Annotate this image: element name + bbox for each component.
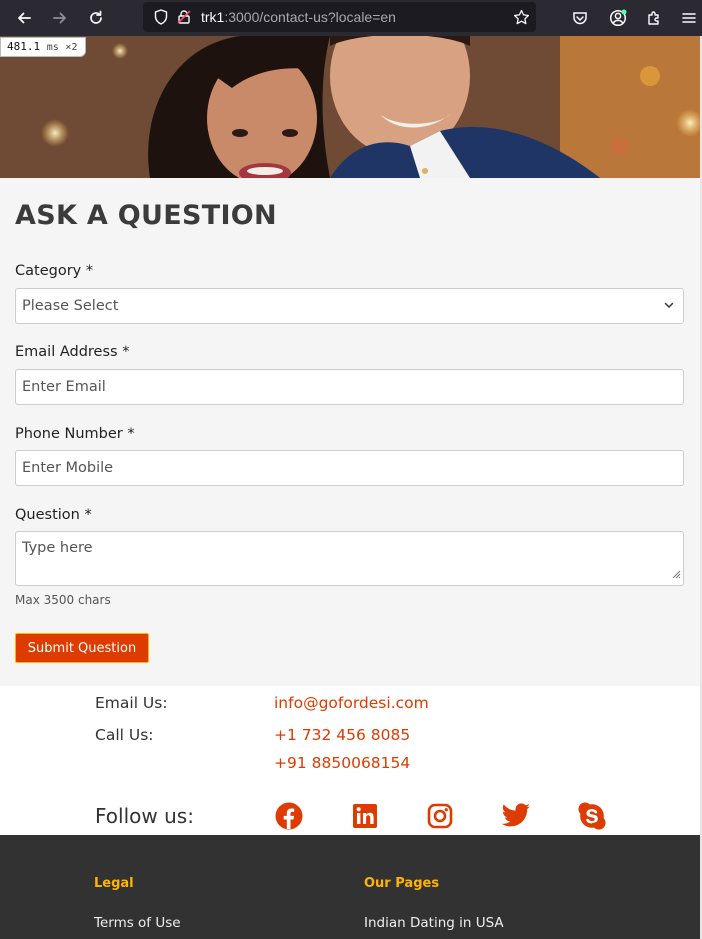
hamburger-menu-icon: [682, 13, 696, 23]
perf-value: 481.1: [7, 40, 41, 53]
phone-label: Phone Number *: [15, 426, 135, 442]
footer-link-terms[interactable]: Terms of Use: [94, 915, 181, 931]
menu-button[interactable]: [682, 0, 696, 36]
resize-handle-icon[interactable]: [671, 567, 681, 583]
question-char-hint: Max 3500 chars: [15, 593, 111, 607]
footer-pages-heading: Our Pages: [364, 876, 440, 891]
category-select-value: Please Select: [22, 298, 119, 314]
twitter-icon[interactable]: [501, 801, 531, 831]
skype-icon[interactable]: [577, 801, 607, 831]
extensions-button[interactable]: [646, 0, 662, 36]
linkedin-icon[interactable]: [350, 801, 380, 831]
shield-icon[interactable]: [149, 9, 173, 25]
instagram-icon[interactable]: [425, 801, 455, 831]
page-title: ASK A QUESTION: [15, 200, 277, 231]
pocket-icon: [573, 12, 587, 25]
question-textarea[interactable]: Type here: [15, 531, 684, 586]
follow-us-label: Follow us:: [95, 804, 194, 828]
facebook-icon[interactable]: [274, 801, 304, 831]
question-label: Question *: [15, 507, 92, 523]
email-placeholder: Enter Email: [22, 379, 106, 395]
email-us-label: Email Us:: [95, 694, 168, 712]
perf-badge: 481.1 ms ×2: [0, 37, 86, 57]
extensions-puzzle-icon: [648, 11, 659, 25]
url-text[interactable]: trk1:3000/contact-us?locale=en: [201, 9, 396, 25]
pocket-button[interactable]: [572, 0, 588, 36]
account-button[interactable]: [609, 0, 627, 36]
hero-photo: [0, 36, 702, 178]
url-host: trk1: [201, 9, 225, 25]
account-icon: [609, 9, 627, 27]
phone-placeholder: Enter Mobile: [22, 460, 114, 476]
forward-button[interactable]: [42, 0, 78, 36]
hero-banner-image: [0, 36, 702, 178]
insecure-lock-icon[interactable]: [173, 9, 195, 25]
perf-unit: ms: [46, 42, 59, 53]
footer-link-indian-dating-usa[interactable]: Indian Dating in USA: [364, 915, 504, 931]
category-select[interactable]: Please Select: [15, 288, 684, 324]
url-bar[interactable]: trk1:3000/contact-us?locale=en: [143, 2, 536, 32]
bookmark-star-icon[interactable]: [512, 8, 530, 26]
reload-icon: [90, 10, 102, 24]
email-link[interactable]: info@gofordesi.com: [274, 694, 429, 712]
email-field[interactable]: Enter Email: [15, 369, 684, 405]
category-label: Category *: [15, 263, 94, 279]
url-path: :3000/contact-us?locale=en: [224, 9, 396, 25]
forward-arrow-icon: [53, 12, 66, 24]
phone-field[interactable]: Enter Mobile: [15, 450, 684, 486]
call-us-label: Call Us:: [95, 726, 154, 744]
question-placeholder: Type here: [22, 540, 93, 556]
perf-multiplier: ×2: [65, 42, 78, 53]
chevron-down-icon: [663, 299, 675, 315]
phone-link-india[interactable]: +91 8850068154: [274, 754, 410, 772]
email-label: Email Address *: [15, 344, 130, 360]
submit-question-button[interactable]: Submit Question: [15, 633, 149, 663]
reload-button[interactable]: [78, 0, 114, 36]
footer-legal-heading: Legal: [94, 876, 134, 891]
back-arrow-icon: [18, 12, 31, 24]
back-button[interactable]: [6, 0, 42, 36]
phone-link-us[interactable]: +1 732 456 8085: [274, 726, 410, 744]
browser-toolbar: trk1:3000/contact-us?locale=en: [0, 0, 702, 36]
